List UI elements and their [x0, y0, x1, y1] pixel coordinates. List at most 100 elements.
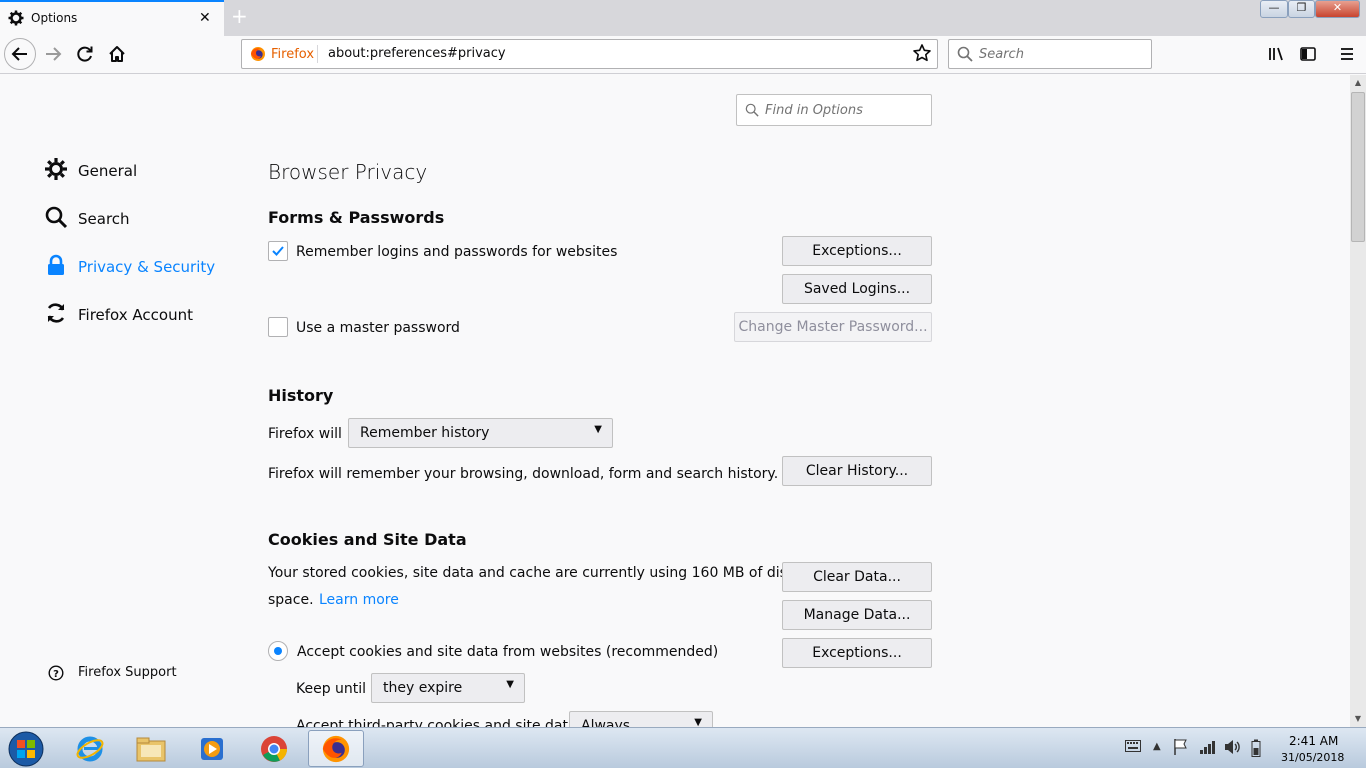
vertical-scrollbar[interactable]: ▲ ▼ [1350, 75, 1366, 727]
remember-logins-checkbox[interactable] [268, 241, 288, 261]
search-icon [957, 46, 973, 66]
dropdown-arrow-icon: ▼ [594, 424, 602, 435]
show-hidden-icons-icon[interactable]: ▲ [1153, 741, 1161, 752]
taskbar-internet-explorer[interactable] [62, 730, 118, 767]
find-in-options-input[interactable]: Find in Options [736, 94, 932, 126]
taskbar-chrome[interactable] [246, 730, 302, 767]
find-in-options-placeholder: Find in Options [765, 103, 863, 118]
keep-until-value: they expire [383, 680, 463, 696]
clock-date[interactable]: 31/05/2018 [1281, 751, 1344, 764]
sidebar-item-firefox-account[interactable]: Firefox Account [44, 301, 193, 329]
forward-button[interactable] [38, 39, 68, 69]
keyboard-icon[interactable] [1125, 740, 1141, 756]
url-text[interactable]: about:preferences#privacy [328, 46, 506, 61]
minimize-icon: — [1268, 1, 1280, 14]
clear-history-button[interactable]: Clear History... [782, 456, 932, 486]
search-bar[interactable]: Search [948, 39, 1152, 69]
menu-button[interactable] [1332, 39, 1362, 69]
history-heading: History [268, 386, 334, 405]
folder-icon [136, 737, 166, 761]
close-icon: ✕ [1332, 1, 1343, 14]
keep-until-label: Keep until [296, 681, 367, 697]
battery-icon[interactable] [1251, 739, 1261, 761]
chrome-icon [261, 735, 287, 762]
sidebar-icon [1300, 47, 1316, 61]
scroll-down-arrow-icon[interactable]: ▼ [1350, 711, 1366, 727]
identity-box[interactable]: Firefox [250, 46, 314, 62]
taskbar-media-player[interactable] [184, 730, 240, 767]
url-bar[interactable]: Firefox about:preferences#privacy [241, 39, 938, 69]
firefox-support-link[interactable]: ? Firefox Support [48, 665, 177, 685]
cookies-heading: Cookies and Site Data [268, 530, 467, 549]
taskbar-file-explorer[interactable] [123, 730, 179, 767]
maximize-button[interactable]: ❐ [1288, 0, 1315, 18]
master-password-label: Use a master password [296, 320, 460, 336]
gear-icon [8, 10, 24, 30]
history-mode-value: Remember history [360, 425, 490, 441]
lock-icon [44, 253, 68, 281]
scroll-thumb[interactable] [1351, 92, 1365, 242]
volume-icon[interactable] [1223, 739, 1241, 759]
media-player-icon [201, 737, 223, 760]
saved-logins-button[interactable]: Saved Logins... [782, 274, 932, 304]
search-icon [745, 103, 759, 121]
search-icon [44, 205, 68, 233]
sidebar-button[interactable] [1293, 39, 1323, 69]
manage-data-button[interactable]: Manage Data... [782, 600, 932, 630]
minimize-button[interactable]: — [1260, 0, 1288, 18]
sidebar-item-privacy-security[interactable]: Privacy & Security [44, 253, 215, 281]
home-button[interactable] [102, 39, 132, 69]
cookies-usage-text-2: space. [268, 592, 314, 608]
exceptions-button[interactable]: Exceptions... [782, 236, 932, 266]
keep-until-select[interactable]: they expire ▼ [371, 673, 525, 703]
third-party-cookies-label: Accept third-party cookies and site data [296, 718, 577, 727]
change-master-password-button[interactable]: Change Master Password... [734, 312, 932, 342]
back-button[interactable] [4, 38, 36, 70]
bookmark-star-icon[interactable] [912, 43, 932, 67]
third-party-cookies-select[interactable]: Always ▼ [569, 711, 713, 727]
clock-time[interactable]: 2:41 AM [1289, 734, 1338, 748]
search-placeholder: Search [979, 47, 1024, 62]
library-icon [1269, 47, 1283, 61]
sidebar-item-search[interactable]: Search [44, 205, 130, 233]
history-description: Firefox will remember your browsing, dow… [268, 466, 779, 482]
taskbar-firefox[interactable] [308, 730, 364, 767]
maximize-icon: ❐ [1296, 1, 1307, 14]
sidebar-item-label: Privacy & Security [78, 258, 216, 276]
close-window-button[interactable]: ✕ [1315, 0, 1360, 18]
scroll-up-arrow-icon[interactable]: ▲ [1350, 75, 1366, 91]
cookie-exceptions-button[interactable]: Exceptions... [782, 638, 932, 668]
accept-cookies-label: Accept cookies and site data from websit… [297, 644, 719, 660]
page-title: Browser Privacy [268, 160, 428, 184]
radio-selected-dot [274, 647, 282, 655]
network-icon[interactable] [1199, 740, 1217, 758]
history-mode-select[interactable]: Remember history ▼ [348, 418, 613, 448]
gear-icon [44, 157, 68, 185]
identity-separator [317, 45, 318, 63]
learn-more-link[interactable]: Learn more [319, 592, 399, 608]
tab-close-icon[interactable]: ✕ [199, 10, 211, 26]
back-arrow-icon [11, 47, 27, 61]
reload-icon [77, 46, 93, 62]
clear-data-button[interactable]: Clear Data... [782, 562, 932, 592]
sidebar-item-general[interactable]: General [44, 157, 137, 185]
identity-label: Firefox [271, 46, 315, 62]
master-password-checkbox[interactable] [268, 317, 288, 337]
firefox-logo-icon [251, 47, 265, 61]
sync-icon [44, 301, 68, 329]
accept-cookies-radio[interactable] [268, 641, 288, 661]
library-button[interactable] [1261, 39, 1291, 69]
hamburger-menu-icon [1341, 48, 1353, 60]
help-icon: ? [48, 665, 64, 685]
reload-button[interactable] [70, 39, 100, 69]
dropdown-arrow-icon: ▼ [694, 717, 702, 727]
tab-options[interactable]: Options ✕ [0, 0, 224, 36]
firefox-support-label: Firefox Support [78, 665, 177, 680]
dropdown-arrow-icon: ▼ [506, 679, 514, 690]
sidebar-item-label: Search [78, 210, 130, 228]
action-center-flag-icon[interactable] [1173, 738, 1189, 760]
navigation-toolbar: Firefox about:preferences#privacy Search [0, 36, 1366, 74]
start-button[interactable] [6, 730, 46, 768]
remember-logins-label: Remember logins and passwords for websit… [296, 244, 618, 260]
new-tab-button[interactable]: + [231, 4, 248, 28]
